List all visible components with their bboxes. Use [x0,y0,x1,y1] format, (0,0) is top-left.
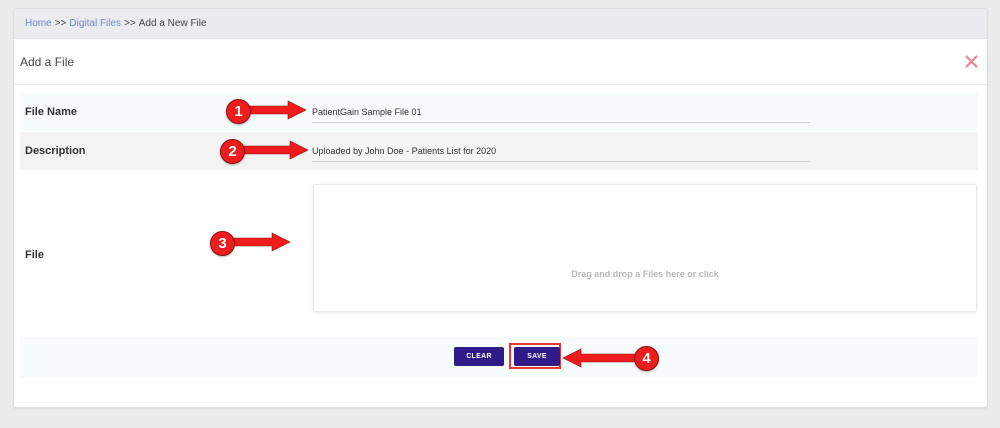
annotation-badge-4: 4 [634,346,659,371]
annotation-badge-2: 2 [220,139,245,164]
annotation-badge-1: 1 [226,99,251,124]
annotation-badge-3: 3 [210,231,235,256]
annotation-arrows [231,100,637,368]
